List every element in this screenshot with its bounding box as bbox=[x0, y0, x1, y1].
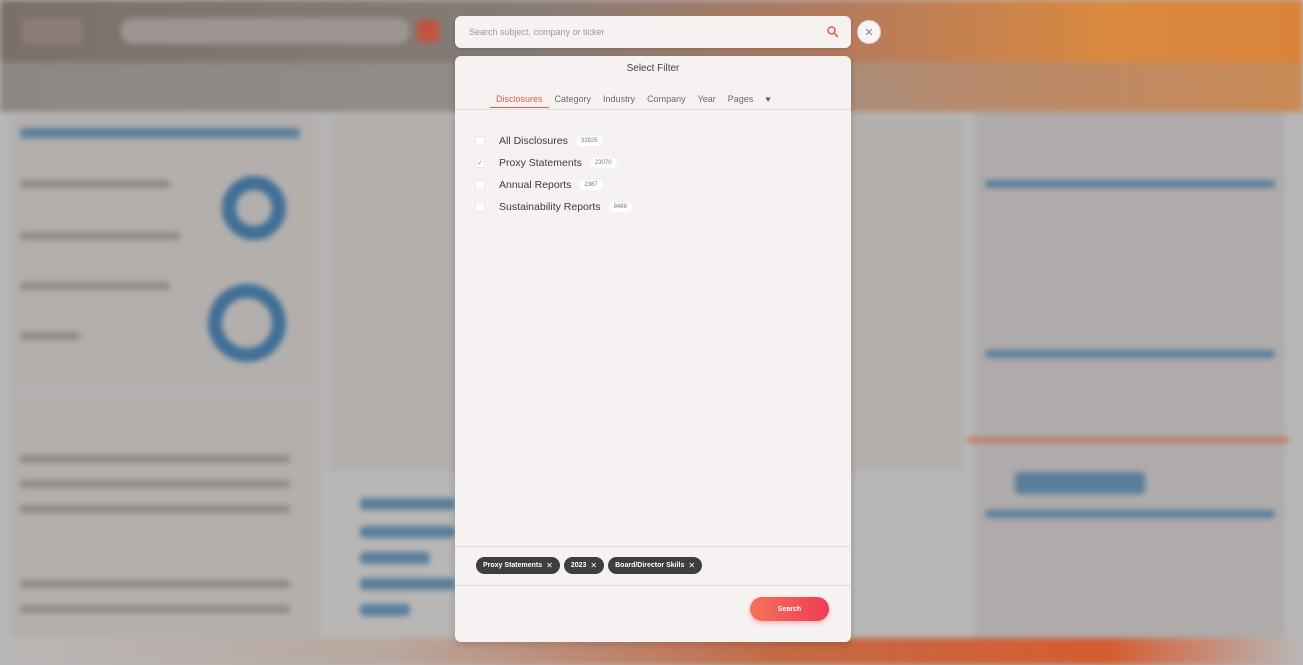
background-card-right bbox=[975, 112, 1285, 652]
filter-label: Proxy Statements bbox=[499, 157, 582, 169]
background-bar bbox=[985, 350, 1275, 358]
background-donut bbox=[222, 176, 286, 240]
remove-chip-icon[interactable]: ✕ bbox=[546, 561, 553, 570]
background-line bbox=[20, 455, 290, 463]
background-footer bbox=[0, 638, 1303, 665]
checkbox-checked[interactable]: ✓ bbox=[475, 158, 485, 168]
chip-label: Board/Director Skills bbox=[615, 562, 685, 569]
tab-company[interactable]: Company bbox=[641, 94, 692, 108]
background-line bbox=[20, 332, 80, 340]
background-bar bbox=[360, 526, 455, 538]
modal-title: Select Filter bbox=[626, 63, 680, 74]
background-bar bbox=[360, 604, 410, 616]
filter-item-all-disclosures[interactable]: All Disclosures 33925 bbox=[475, 130, 632, 152]
background-bar bbox=[360, 578, 455, 590]
tab-favorites-heart-icon[interactable]: ♥ bbox=[759, 94, 776, 108]
selected-filter-chips: Proxy Statements ✕ 2023 ✕ Board/Director… bbox=[476, 557, 703, 574]
checkbox[interactable] bbox=[475, 136, 485, 146]
background-card-left-bottom bbox=[12, 395, 319, 637]
tab-industry[interactable]: Industry bbox=[597, 94, 641, 108]
tab-year[interactable]: Year bbox=[692, 94, 722, 108]
chip-label: 2023 bbox=[570, 562, 587, 569]
chip-label: Proxy Statements bbox=[483, 562, 543, 569]
background-donut bbox=[208, 284, 286, 362]
background-bar bbox=[1015, 472, 1145, 494]
background-line bbox=[20, 282, 170, 290]
tab-pages[interactable]: Pages bbox=[722, 94, 760, 108]
background-line bbox=[20, 180, 170, 188]
remove-chip-icon[interactable]: ✕ bbox=[590, 561, 597, 570]
search-input[interactable] bbox=[455, 16, 815, 48]
close-icon: ✕ bbox=[864, 26, 874, 39]
tab-disclosures[interactable]: Disclosures bbox=[490, 94, 549, 108]
select-filter-modal: Select Filter Disclosures Category Indus… bbox=[455, 56, 851, 642]
filter-tabs: Disclosures Category Industry Company Ye… bbox=[490, 94, 777, 108]
filter-count-badge: 2367 bbox=[579, 180, 603, 190]
filter-item-sustainability-reports[interactable]: Sustainability Reports 8488 bbox=[475, 196, 632, 218]
background-bar bbox=[360, 498, 455, 510]
chip-board-director-skills[interactable]: Board/Director Skills ✕ bbox=[608, 557, 703, 574]
background-search bbox=[120, 18, 410, 44]
footer-divider bbox=[455, 585, 851, 586]
search-button[interactable]: Search bbox=[750, 597, 829, 621]
chips-divider bbox=[455, 546, 851, 547]
background-bar bbox=[20, 128, 300, 138]
background-line bbox=[20, 605, 290, 613]
filter-label: All Disclosures bbox=[499, 135, 568, 147]
remove-chip-icon[interactable]: ✕ bbox=[688, 561, 695, 570]
tabs-divider bbox=[455, 109, 851, 110]
filter-list: All Disclosures 33925 ✓ Proxy Statements… bbox=[475, 130, 632, 218]
filter-count-badge: 33925 bbox=[575, 136, 603, 146]
background-divider bbox=[968, 438, 1288, 442]
close-button[interactable]: ✕ bbox=[857, 20, 881, 44]
tab-category[interactable]: Category bbox=[549, 94, 598, 108]
filter-item-annual-reports[interactable]: Annual Reports 2367 bbox=[475, 174, 632, 196]
chip-proxy-statements[interactable]: Proxy Statements ✕ bbox=[476, 557, 560, 574]
checkbox[interactable] bbox=[475, 180, 485, 190]
filter-label: Annual Reports bbox=[499, 179, 572, 191]
background-search-button bbox=[417, 20, 439, 42]
filter-label: Sustainability Reports bbox=[499, 201, 601, 213]
background-line bbox=[20, 480, 290, 488]
background-logo bbox=[22, 18, 82, 44]
filter-count-badge: 8488 bbox=[608, 202, 632, 212]
background-line bbox=[20, 232, 180, 240]
search-icon[interactable] bbox=[826, 25, 840, 39]
filter-count-badge: 23070 bbox=[589, 158, 617, 168]
background-line bbox=[20, 580, 290, 588]
background-bar bbox=[985, 510, 1275, 518]
filter-item-proxy-statements[interactable]: ✓ Proxy Statements 23070 bbox=[475, 152, 632, 174]
checkmark-icon: ✓ bbox=[477, 159, 483, 167]
background-bar bbox=[360, 552, 430, 564]
background-bar bbox=[985, 180, 1275, 188]
chip-2023[interactable]: 2023 ✕ bbox=[563, 557, 605, 574]
background-line bbox=[20, 505, 290, 513]
checkbox[interactable] bbox=[475, 202, 485, 212]
search-bar bbox=[455, 16, 851, 48]
